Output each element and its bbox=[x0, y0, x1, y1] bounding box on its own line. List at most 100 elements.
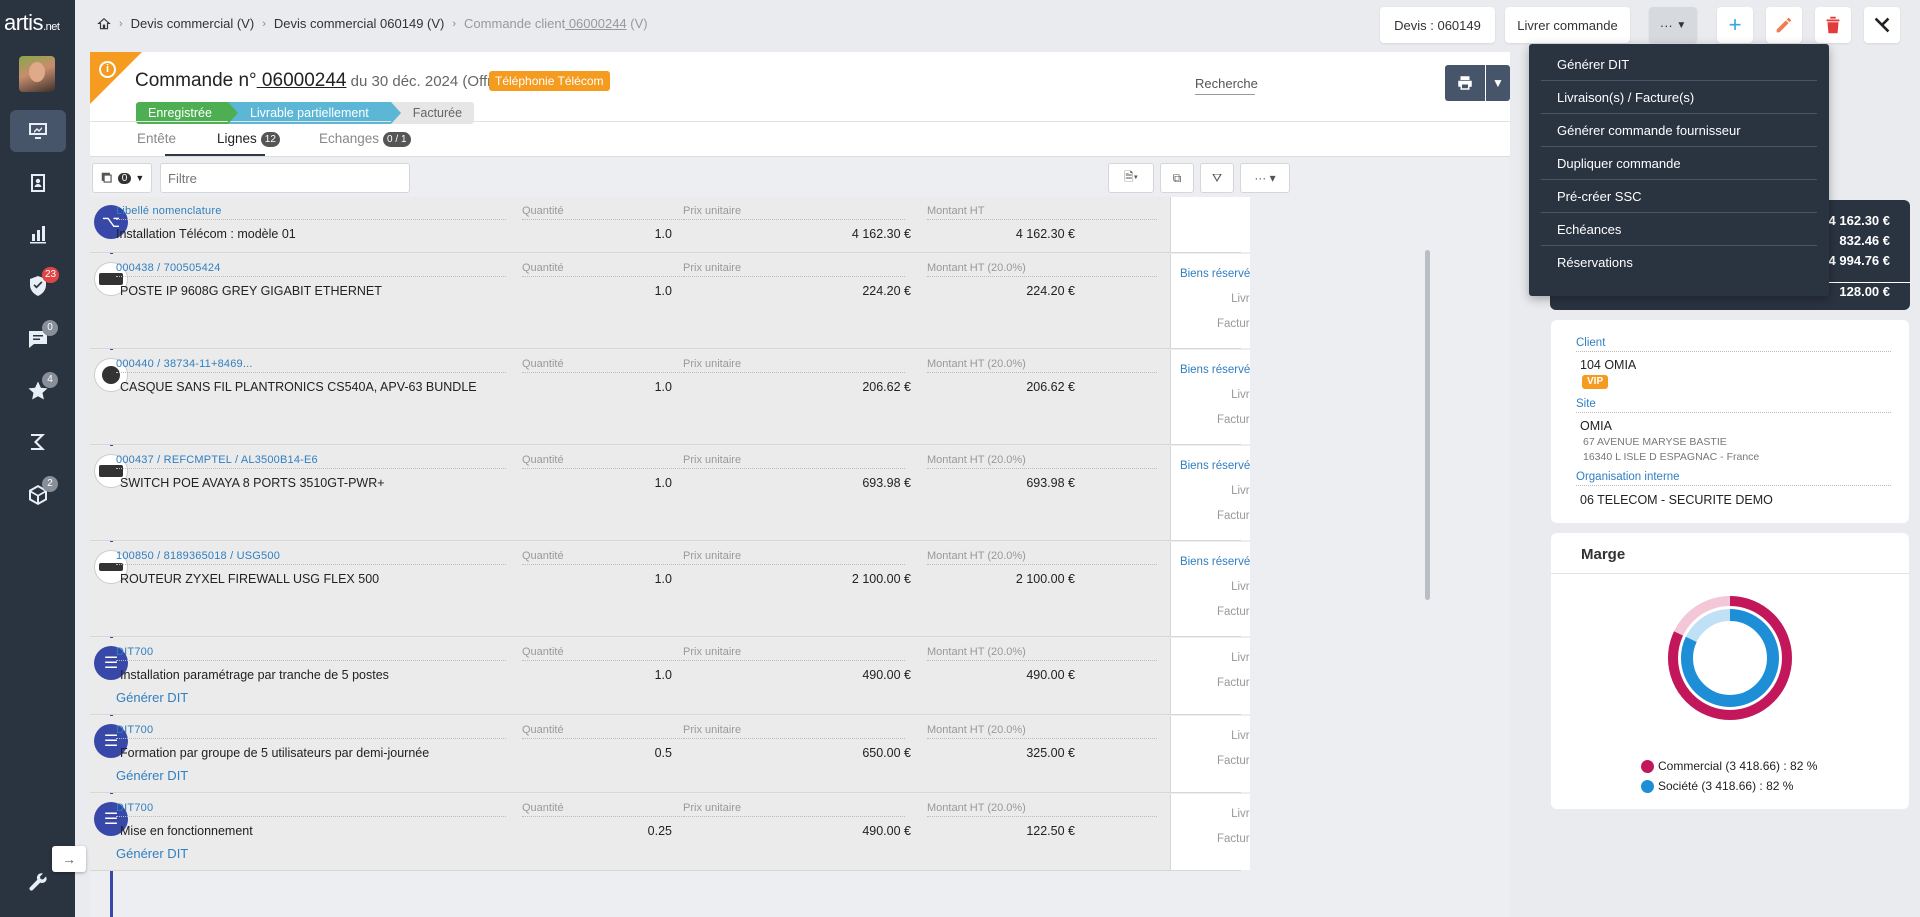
app-logo[interactable]: artis.net bbox=[4, 10, 60, 36]
export-button[interactable]: 🗎▾ bbox=[1108, 163, 1154, 193]
line-prix: 650.00 € bbox=[862, 746, 911, 760]
page-title: Commande n° 06000244 du 30 déc. 2024 (Of… bbox=[135, 70, 506, 91]
menu-item-reservations[interactable]: Réservations bbox=[1529, 246, 1829, 279]
menu-item-commande-fournisseur[interactable]: Générer commande fournisseur bbox=[1529, 114, 1829, 147]
search-field[interactable]: Recherche bbox=[1195, 76, 1258, 95]
table-row[interactable]: ☰ DIT700 Quantité Prix unitaire Montant … bbox=[90, 716, 1250, 793]
sidebar-expand-button[interactable]: → bbox=[52, 846, 86, 872]
chevron-right-icon: › bbox=[262, 17, 266, 30]
toolbar-more-button[interactable]: ··· ▾ bbox=[1240, 163, 1290, 193]
lines-scrollbar[interactable] bbox=[1425, 250, 1430, 600]
stat-facture-label: Facturé bbox=[1217, 677, 1250, 689]
print-options-button[interactable]: ▼ bbox=[1486, 65, 1510, 101]
generer-dit-link[interactable]: Générer DIT bbox=[116, 690, 188, 705]
sidebar-item-products[interactable]: 2 bbox=[10, 474, 66, 516]
sidebar-item-charts[interactable] bbox=[10, 213, 66, 255]
menu-item-echeances[interactable]: Echéances bbox=[1529, 213, 1829, 246]
stat-facture-label: Facturé bbox=[1217, 414, 1250, 426]
tab-entete[interactable]: Entête bbox=[137, 131, 176, 146]
generer-dit-link[interactable]: Générer DIT bbox=[116, 846, 188, 861]
stat-reserves-label: Biens réservés bbox=[1179, 364, 1250, 376]
stat-facture-label: Facturé bbox=[1217, 755, 1250, 767]
line-montant: 490.00 € bbox=[1026, 668, 1075, 682]
line-montant: 4 162.30 € bbox=[1015, 227, 1075, 241]
filter-input[interactable] bbox=[160, 163, 410, 193]
menu-item-pre-creer-ssc[interactable]: Pré-créer SSC bbox=[1529, 180, 1829, 213]
line-qty: 1.0 bbox=[654, 476, 672, 490]
sidebar-item-contacts[interactable] bbox=[10, 162, 66, 204]
line-side: Livré 0 Facturé 0 + bbox=[1170, 794, 1250, 870]
line-side: Livré 0 Facturé 0 + bbox=[1170, 638, 1250, 714]
table-row[interactable]: ☰ DIT700 Quantité Prix unitaire Montant … bbox=[90, 794, 1250, 871]
line-montant: 224.20 € bbox=[1026, 284, 1075, 298]
line-ref[interactable]: DIT700 bbox=[116, 802, 153, 814]
line-ref[interactable]: 000440 / 38734-11+8469... bbox=[116, 358, 253, 370]
stat-facture-label: Facturé bbox=[1217, 833, 1250, 845]
table-row[interactable]: 000437 / REFCMPTEL / AL3500B14-E6 Quanti… bbox=[90, 446, 1250, 541]
table-row[interactable]: 100850 / 8189365018 / USG500 Quantité Pr… bbox=[90, 542, 1250, 637]
home-icon[interactable] bbox=[97, 17, 111, 31]
edit-button[interactable] bbox=[1766, 7, 1802, 43]
sidebar-item-favorites[interactable]: 4 bbox=[10, 370, 66, 412]
line-description: Mise en fonctionnement bbox=[120, 824, 253, 838]
open-external-button[interactable]: ⧉ bbox=[1160, 163, 1194, 193]
line-ref[interactable]: 000438 / 700505424 bbox=[116, 262, 221, 274]
sidebar-item-messages[interactable]: 0 bbox=[10, 318, 66, 360]
sidebar-item-desktop[interactable] bbox=[10, 110, 66, 152]
print-button[interactable] bbox=[1445, 65, 1485, 101]
line-qty: 1.0 bbox=[654, 380, 672, 394]
legend-swatch bbox=[1641, 759, 1654, 773]
breadcrumb-item[interactable]: Devis commercial (V) bbox=[131, 16, 255, 31]
divider bbox=[116, 738, 506, 739]
sidebar-item-logistics[interactable] bbox=[10, 422, 66, 464]
generer-dit-link[interactable]: Générer DIT bbox=[116, 768, 188, 783]
legend-commercial: Commercial (3 418.66) : 82 % bbox=[1641, 759, 1817, 773]
messages-badge: 0 bbox=[42, 320, 58, 336]
tab-echanges[interactable]: Echanges 0 / 1 bbox=[319, 131, 411, 147]
col-prix: Prix unitaire bbox=[683, 646, 905, 661]
stat-livre-label: Livré bbox=[1231, 389, 1250, 401]
stat-livre-label: Livré bbox=[1231, 485, 1250, 497]
table-row[interactable]: 000440 / 38734-11+8469... Quantité Prix … bbox=[90, 350, 1250, 445]
actions-menu: Générer DIT Livraison(s) / Facture(s) Gé… bbox=[1529, 44, 1829, 296]
col-prix: Prix unitaire bbox=[683, 454, 905, 469]
avatar[interactable] bbox=[19, 56, 55, 92]
line-description: Formation par groupe de 5 utilisateurs p… bbox=[120, 746, 430, 760]
close-button[interactable] bbox=[1864, 7, 1900, 43]
table-row[interactable]: ☰ DIT700 Quantité Prix unitaire Montant … bbox=[90, 638, 1250, 715]
bar-chart-icon bbox=[30, 226, 46, 244]
breadcrumb-item[interactable]: Devis commercial 060149 (V) bbox=[274, 16, 445, 31]
tab-lignes[interactable]: Lignes 12 bbox=[217, 131, 280, 147]
line-montant: 2 100.00 € bbox=[1015, 572, 1075, 586]
line-ref[interactable]: DIT700 bbox=[116, 646, 153, 658]
delete-button[interactable] bbox=[1815, 7, 1851, 43]
line-prix: 693.98 € bbox=[862, 476, 911, 490]
add-button[interactable]: + bbox=[1717, 7, 1753, 43]
client-name[interactable]: 104 OMIA bbox=[1580, 358, 1636, 372]
table-row[interactable]: 000438 / 700505424 Quantité Prix unitair… bbox=[90, 254, 1250, 349]
menu-item-livraisons[interactable]: Livraison(s) / Facture(s) bbox=[1529, 81, 1829, 114]
more-actions-button[interactable]: ··· ▼ bbox=[1649, 7, 1697, 43]
line-qty: 0.25 bbox=[647, 824, 672, 838]
marge-donut-chart bbox=[1668, 596, 1792, 720]
tab-count: 12 bbox=[260, 132, 280, 147]
line-ref[interactable]: 100850 / 8189365018 / USG500 bbox=[116, 550, 280, 562]
sidebar: artis.net 23 0 4 2 → bbox=[0, 0, 86, 917]
livrer-commande-button[interactable]: Livrer commande bbox=[1505, 7, 1630, 43]
filter-button[interactable]: ⛛ bbox=[1200, 163, 1234, 193]
line-ref[interactable]: Libellé nomenclature bbox=[116, 205, 222, 217]
col-montant: Montant HT (20.0%) bbox=[927, 646, 1157, 661]
sidebar-item-tasks[interactable]: 23 bbox=[10, 265, 66, 307]
stat-livre-label: Livré bbox=[1231, 581, 1250, 593]
col-montant: Montant HT (20.0%) bbox=[927, 358, 1157, 373]
info-icon[interactable]: i bbox=[99, 61, 116, 78]
line-ref[interactable]: DIT700 bbox=[116, 724, 153, 736]
selection-dropdown[interactable]: 0 ▼ bbox=[92, 163, 152, 193]
line-montant: 206.62 € bbox=[1026, 380, 1075, 394]
devis-button[interactable]: Devis : 060149 bbox=[1380, 7, 1495, 43]
table-row[interactable]: ⌥ Libellé nomenclature Quantité Prix uni… bbox=[90, 197, 1250, 253]
line-ref[interactable]: 000437 / REFCMPTEL / AL3500B14-E6 bbox=[116, 454, 318, 466]
menu-item-generer-dit[interactable]: Générer DIT bbox=[1529, 48, 1829, 81]
site-name[interactable]: OMIA bbox=[1580, 419, 1612, 433]
menu-item-dupliquer[interactable]: Dupliquer commande bbox=[1529, 147, 1829, 180]
